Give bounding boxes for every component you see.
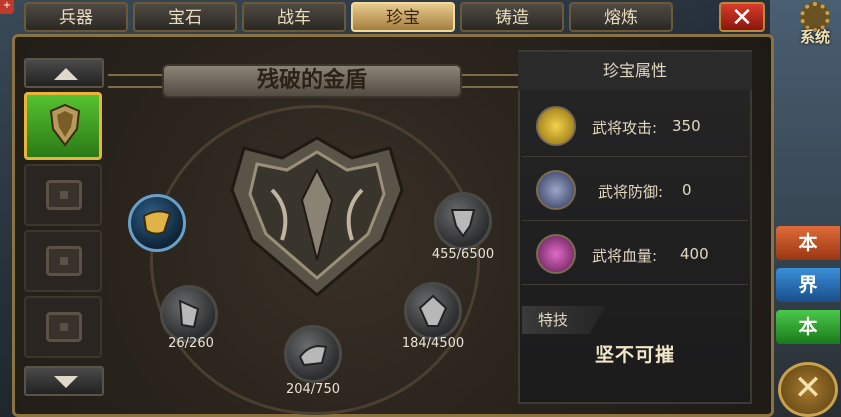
arrow-up-icon xyxy=(54,68,78,80)
piece-count-5: 455/6500 xyxy=(431,247,495,262)
round-close-button[interactable]: ✕ xyxy=(778,362,838,417)
attribute-row-health: 武将血量: 400 xyxy=(522,226,748,285)
cross-icon: ✕ xyxy=(793,368,823,408)
tab-treasures[interactable]: 珍宝 xyxy=(351,2,455,32)
scroll-down-button[interactable] xyxy=(24,366,104,396)
attribute-value: 0 xyxy=(682,181,692,199)
skill-name: 坚不可摧 xyxy=(594,344,675,366)
side-button-2[interactable]: 界 xyxy=(776,268,840,302)
title-ornament-left xyxy=(108,74,168,88)
broken-golden-shield-image xyxy=(230,136,404,297)
shield-piece-2[interactable] xyxy=(160,285,218,343)
chest-icon xyxy=(46,246,82,276)
attribute-title: 珍宝属性 xyxy=(518,52,752,90)
piece-count-2: 26/260 xyxy=(168,336,214,351)
shield-piece-4[interactable] xyxy=(404,282,462,340)
shield-fragment-icon xyxy=(450,209,476,238)
tab-chariots[interactable]: 战车 xyxy=(242,2,346,32)
treasure-slot-empty[interactable] xyxy=(24,230,102,292)
tab-weapons[interactable]: 兵器 xyxy=(24,2,128,32)
shield-fragment-icon xyxy=(418,294,448,327)
tab-smelt[interactable]: 熔炼 xyxy=(569,2,673,32)
piece-count-4: 184/4500 xyxy=(401,336,465,351)
tab-bar: 兵器 宝石 战车 珍宝 铸造 熔炼 xyxy=(0,0,760,34)
treasure-slot-empty[interactable] xyxy=(24,164,102,226)
scroll-up-button[interactable] xyxy=(24,58,104,88)
piece-count-3: 204/750 xyxy=(285,382,340,397)
treasure-list xyxy=(22,56,106,401)
shield-piece-3[interactable] xyxy=(284,325,342,383)
sword-icon xyxy=(536,106,576,146)
treasure-title: 残破的金盾 xyxy=(162,64,462,98)
shield-fragment-icon xyxy=(178,299,200,329)
shield-icon xyxy=(536,170,576,210)
tab-forge[interactable]: 铸造 xyxy=(460,2,564,32)
attribute-row-attack: 武将攻击: 350 xyxy=(522,98,748,157)
shield-fragment-icon xyxy=(142,210,172,235)
heart-icon xyxy=(536,234,576,274)
attribute-row-defense: 武将防御: 0 xyxy=(522,162,748,221)
golden-shield-icon xyxy=(49,103,81,147)
system-button[interactable]: 系统 xyxy=(792,2,838,46)
chest-icon xyxy=(46,312,82,342)
shield-fragment-icon xyxy=(298,345,328,367)
tab-gems[interactable]: 宝石 xyxy=(133,2,237,32)
treasure-slot-selected[interactable] xyxy=(24,92,102,160)
shield-piece-5[interactable] xyxy=(434,192,492,250)
side-button-3[interactable]: 本 xyxy=(776,310,840,344)
side-button-1[interactable]: 本 xyxy=(776,226,840,260)
attribute-value: 350 xyxy=(672,117,701,135)
close-button[interactable]: ✕ xyxy=(719,2,765,32)
title-ornament-right xyxy=(462,74,522,88)
treasure-slot-empty[interactable] xyxy=(24,296,102,358)
attribute-label: 武将血量: xyxy=(592,247,658,265)
background-map-edge xyxy=(770,0,841,417)
attribute-label: 武将攻击: xyxy=(592,119,658,137)
attribute-label: 武将防御: xyxy=(598,183,664,201)
system-label: 系统 xyxy=(799,28,830,46)
shield-piece-1[interactable] xyxy=(128,194,186,252)
attribute-value: 400 xyxy=(680,245,709,263)
chest-icon xyxy=(46,180,82,210)
arrow-down-icon xyxy=(54,376,78,388)
